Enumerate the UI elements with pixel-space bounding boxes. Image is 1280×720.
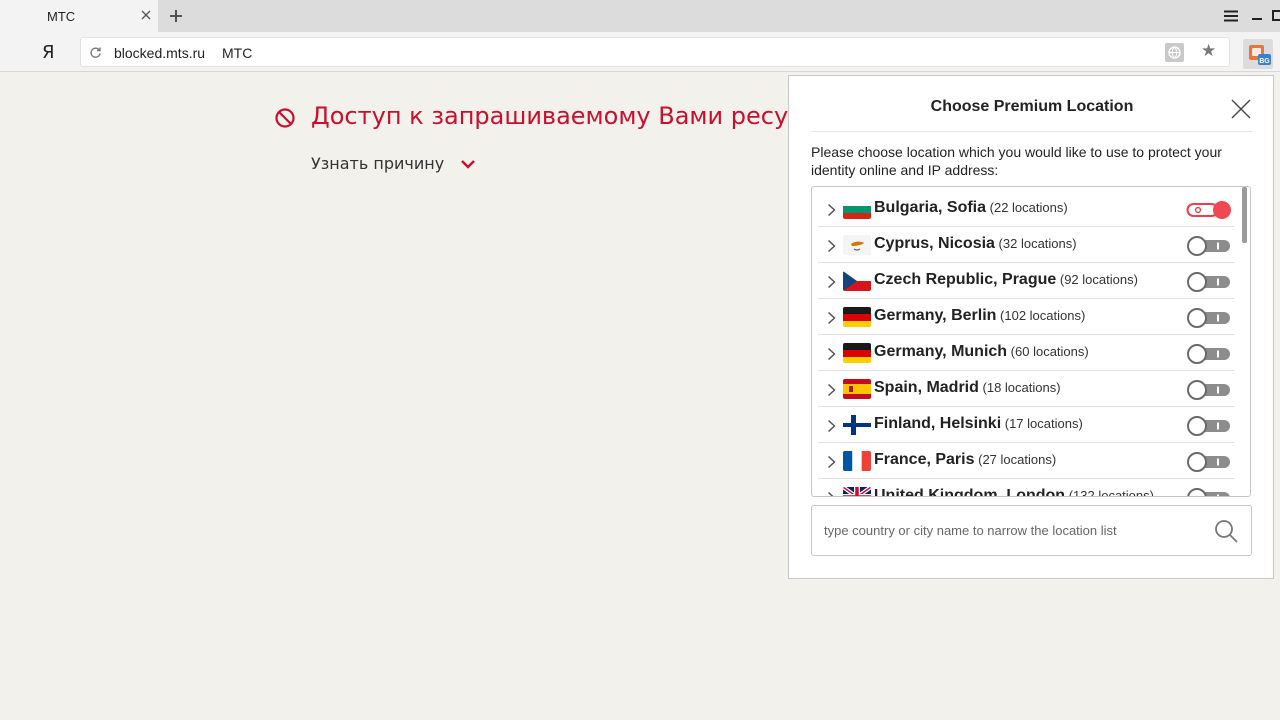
yandex-logo[interactable]: Я [42,42,55,63]
popup-description: Please choose location which you would l… [811,144,1222,178]
location-count: (102 locations) [996,308,1086,323]
location-toggle[interactable] [1186,272,1232,292]
menu-icon[interactable] [1224,10,1238,22]
location-name: Spain, Madrid (18 locations) [874,379,1061,397]
france-flag-icon [843,451,871,471]
spain-flag-icon [843,379,871,399]
location-name-text: Cyprus, Nicosia [874,235,995,252]
location-row[interactable]: Czech Republic, Prague (92 locations) [818,263,1234,299]
location-count: (22 locations) [986,200,1068,215]
location-name: Finland, Helsinki (17 locations) [874,415,1083,433]
expand-chevron-icon[interactable] [827,311,836,325]
location-row[interactable]: Germany, Munich (60 locations) [818,335,1234,371]
location-name-text: Germany, Berlin [874,307,997,324]
location-count: (60 locations) [1007,344,1089,359]
location-toggle[interactable] [1186,344,1232,364]
location-row[interactable]: Spain, Madrid (18 locations) [818,371,1234,407]
globe-icon[interactable] [1165,43,1184,62]
germany-flag-icon [843,307,871,327]
close-tab-icon[interactable] [140,9,152,21]
location-toggle[interactable] [1186,200,1232,220]
location-name: United Kingdom, London (132 locations) [874,487,1154,497]
search-icon[interactable] [1213,518,1239,544]
extension-badge: BG [1259,58,1270,65]
expand-chevron-icon[interactable] [827,491,836,497]
location-toggle[interactable] [1186,236,1232,256]
location-toggle[interactable] [1186,308,1232,328]
uk-flag-icon [843,487,871,496]
cyprus-flag-icon [843,235,871,255]
location-name: France, Paris (27 locations) [874,451,1056,469]
location-search-input[interactable] [824,520,1204,540]
location-row[interactable]: Cyprus, Nicosia (32 locations) [818,227,1234,263]
location-count: (18 locations) [978,380,1061,395]
tab-strip: МТС [0,0,1280,32]
czech-flag-icon [843,271,871,291]
vpn-extension-icon: BG [1249,45,1271,65]
expand-chevron-icon[interactable] [827,347,836,361]
location-name: Germany, Munich (60 locations) [874,343,1089,361]
browser-tab[interactable]: МТС [0,0,158,32]
reason-link[interactable]: Узнать причину [311,154,444,173]
location-name-text: United Kingdom, London [874,487,1066,497]
location-toggle[interactable] [1186,380,1232,400]
location-row[interactable]: Bulgaria, Sofia (22 locations) [818,191,1234,227]
popup-title: Choose Premium Location [930,98,1134,115]
location-toggle[interactable] [1186,416,1232,436]
location-count: (92 locations) [1056,272,1138,287]
chevron-down-icon[interactable] [460,158,476,170]
bulgaria-flag-icon [843,199,871,219]
minimize-icon[interactable] [1251,9,1263,21]
blocked-heading: Доступ к запрашиваемому Вами ресурсу [311,102,831,130]
location-name: Bulgaria, Sofia (22 locations) [874,199,1068,217]
location-count: (27 locations) [974,452,1057,467]
expand-chevron-icon[interactable] [827,383,836,397]
location-toggle[interactable] [1186,452,1232,472]
location-name: Germany, Berlin (102 locations) [874,307,1085,325]
bookmark-star-icon[interactable]: ★ [1201,41,1216,61]
location-row[interactable]: Finland, Helsinki (17 locations) [818,407,1234,443]
url-domain: blocked.mts.ru [114,45,206,61]
location-name: Cyprus, Nicosia (32 locations) [874,235,1077,253]
location-name-text: Spain, Madrid [874,379,979,396]
expand-chevron-icon[interactable] [827,275,836,289]
expand-chevron-icon[interactable] [827,455,836,469]
location-list-scrollbar[interactable] [1242,187,1247,243]
close-icon[interactable] [1230,98,1252,120]
location-count: (32 locations) [994,236,1077,251]
new-tab-icon[interactable] [168,8,184,24]
blocked-icon [275,108,295,128]
tab-title: МТС [47,9,76,24]
address-bar[interactable]: blocked.mts.ru МТС ★ [80,37,1230,67]
reload-icon[interactable] [89,46,102,59]
location-name-text: Bulgaria, Sofia [874,199,987,216]
expand-chevron-icon[interactable] [827,203,836,217]
location-count: (132 locations) [1065,488,1154,497]
finland-flag-icon [843,415,871,435]
location-row[interactable]: France, Paris (27 locations) [818,443,1234,479]
location-toggle[interactable] [1186,488,1232,496]
vpn-extension-button[interactable]: BG [1243,39,1273,69]
location-name-text: Czech Republic, Prague [874,271,1057,288]
browser-toolbar: Я blocked.mts.ru МТС ★ [0,32,1280,72]
location-name: Czech Republic, Prague (92 locations) [874,271,1138,289]
location-popup: Choose Premium Location Please choose lo… [788,75,1274,579]
location-row[interactable]: United Kingdom, London (132 locations) [818,479,1234,497]
location-name-text: Finland, Helsinki [874,415,1002,432]
expand-chevron-icon[interactable] [827,419,836,433]
location-search-box [811,505,1252,556]
maximize-icon[interactable] [1272,9,1280,21]
location-row[interactable]: Germany, Berlin (102 locations) [818,299,1234,335]
location-list[interactable]: Bulgaria, Sofia (22 locations) Cyprus, Ni… [811,186,1251,497]
url-page-title: МТС [222,45,253,61]
expand-chevron-icon[interactable] [827,239,836,253]
popup-divider [811,131,1252,132]
location-name-text: Germany, Munich [874,343,1008,360]
germany-flag-icon [843,343,871,363]
location-count: (17 locations) [1001,416,1083,431]
location-name-text: France, Paris [874,451,975,468]
